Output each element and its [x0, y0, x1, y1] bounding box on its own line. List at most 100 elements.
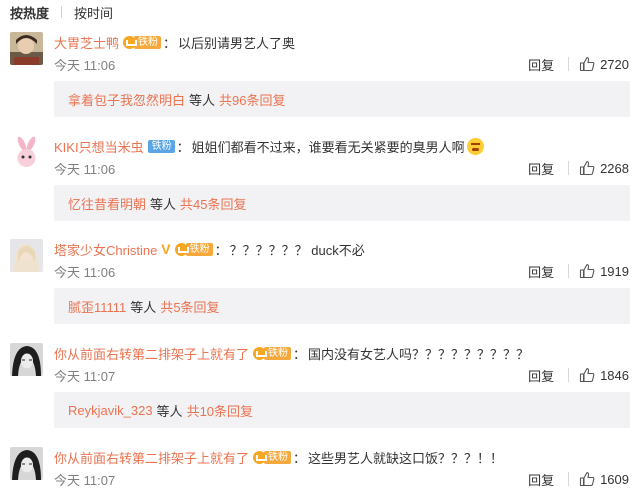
comment-meta: 今天 11:06 回复 2268 — [54, 158, 629, 178]
crown-icon — [174, 242, 189, 256]
comment-meta: 今天 11:06 回复 1919 — [54, 261, 629, 281]
sort-by-hot-tab[interactable]: 按热度 — [10, 3, 49, 22]
fan-badge[interactable]: 铁粉 — [174, 242, 213, 257]
reply-button[interactable]: 回复 — [528, 55, 554, 74]
sort-divider — [61, 6, 63, 18]
reply-username[interactable]: 拿着包子我忽然明白 — [68, 90, 185, 109]
reply-others-text: 等人 — [189, 92, 216, 108]
comment-username[interactable]: 你从前面右转第二排架子上就有了 — [54, 448, 249, 467]
reply-count-link[interactable]: 共10条回复 — [187, 401, 253, 420]
thumbs-up-icon — [580, 56, 595, 72]
like-button[interactable]: 2268 — [579, 160, 629, 176]
comment-time: 今天 11:07 — [54, 472, 116, 488]
action-divider — [568, 368, 570, 382]
avatar[interactable] — [10, 136, 43, 169]
comment-header: KIKI只想当米虫 铁粉 ： 姐姐们都看不过来，谁要看无关紧要的臭男人啊 — [54, 136, 484, 156]
reply-button[interactable]: 回复 — [528, 366, 554, 385]
reply-others-text: 等人 — [156, 403, 183, 419]
thumbs-up-icon — [580, 263, 595, 279]
comment-actions: 回复 1609 — [528, 470, 629, 489]
like-count: 2268 — [600, 160, 629, 176]
fan-badge[interactable]: 铁粉 — [123, 35, 162, 50]
avatar[interactable] — [10, 239, 43, 272]
fan-badge-label: 铁粉 — [134, 35, 162, 49]
crown-icon — [253, 450, 268, 464]
thumbs-up-icon — [580, 367, 595, 383]
fan-badge-label: 铁粉 — [185, 242, 213, 256]
comment-time: 今天 11:07 — [54, 368, 116, 384]
thumbs-up-icon — [580, 471, 595, 487]
reply-username[interactable]: 忆往昔看明朝 — [68, 194, 146, 213]
angry-emoji-icon — [466, 137, 484, 155]
comment-actions: 回复 2268 — [528, 159, 629, 178]
comment-meta: 今天 11:07 回复 1609 — [54, 469, 629, 489]
thumbs-up-icon — [580, 160, 595, 176]
like-button[interactable]: 1919 — [579, 263, 629, 279]
sort-bar: 按热度 按时间 — [0, 0, 641, 24]
comment-header: 你从前面右转第二排架子上就有了 铁粉 ： 这些男艺人就缺这口饭？？？！！ — [54, 447, 503, 467]
like-count: 1609 — [600, 471, 629, 487]
reply-others-text: 等人 — [130, 299, 157, 315]
colon: ： — [293, 346, 307, 362]
reply-count-link[interactable]: 共5条回复 — [160, 297, 219, 316]
reply-summary: Reykjavik_323 等人 共10条回复 — [54, 392, 630, 428]
comment-actions: 回复 1846 — [528, 366, 629, 385]
like-count: 2720 — [600, 56, 629, 72]
crown-icon — [253, 346, 268, 360]
reply-username[interactable]: 腻歪11111 — [68, 297, 126, 316]
comment-text: 以后别请男艺人了奥 — [178, 35, 296, 51]
reply-count-link[interactable]: 共96条回复 — [219, 90, 285, 109]
like-button[interactable]: 2720 — [579, 56, 629, 72]
like-count: 1846 — [600, 367, 629, 383]
reply-button[interactable]: 回复 — [528, 262, 554, 281]
comment-text: 这些男艺人就缺这口饭？？？！！ — [308, 450, 504, 466]
colon: ： — [176, 139, 190, 155]
comment-meta: 今天 11:06 回复 2720 — [54, 54, 629, 74]
comment-header: 你从前面右转第二排架子上就有了 铁粉 ： 国内没有女艺人吗？？？？？？？？？ — [54, 343, 529, 363]
comment-text: 姐姐们都看不过来，谁要看无关紧要的臭男人啊 — [191, 139, 465, 155]
reply-username[interactable]: Reykjavik_323 — [68, 403, 153, 418]
verified-v-icon: V — [161, 241, 171, 257]
action-divider — [568, 57, 570, 71]
like-button[interactable]: 1609 — [579, 471, 629, 487]
like-count: 1919 — [600, 263, 629, 279]
action-divider — [568, 161, 570, 175]
action-divider — [568, 472, 570, 486]
comment-time: 今天 11:06 — [54, 264, 116, 280]
comment-text: ？？？？？？ duck不必 — [229, 242, 365, 258]
comment-username[interactable]: 大胃芝士鸭 — [54, 33, 119, 52]
colon: ： — [214, 242, 228, 258]
avatar[interactable] — [10, 32, 43, 65]
comment-actions: 回复 1919 — [528, 262, 629, 281]
comment-header: 大胃芝士鸭 铁粉 ： 以后别请男艺人了奥 — [54, 32, 295, 52]
reply-summary: 忆往昔看明朝 等人 共45条回复 — [54, 185, 630, 221]
reply-others-text: 等人 — [150, 196, 177, 212]
comment-time: 今天 11:06 — [54, 161, 116, 177]
sort-by-time-tab[interactable]: 按时间 — [74, 3, 113, 22]
colon: ： — [293, 450, 307, 466]
fan-badge[interactable]: 铁粉 — [253, 450, 292, 465]
avatar[interactable] — [10, 343, 43, 376]
avatar[interactable] — [10, 447, 43, 480]
fan-badge-label: 铁粉 — [264, 450, 292, 464]
reply-button[interactable]: 回复 — [528, 470, 554, 489]
fan-badge[interactable]: 铁粉 — [253, 346, 292, 361]
comment-username[interactable]: KIKI只想当米虫 — [54, 137, 144, 156]
colon: ： — [163, 35, 177, 51]
fan-badge-label: 铁粉 — [264, 346, 292, 360]
action-divider — [568, 264, 570, 278]
comment-username[interactable]: 塔家少女Christine — [54, 240, 157, 259]
comment-header: 塔家少女Christine V 铁粉 ： ？？？？？？ duck不必 — [54, 239, 365, 259]
reply-button[interactable]: 回复 — [528, 159, 554, 178]
fan-badge-label: 铁粉 — [147, 139, 175, 153]
crown-icon — [123, 35, 138, 49]
comment-text: 国内没有女艺人吗？？？？？？？？？ — [308, 346, 530, 362]
fan-badge[interactable]: 铁粉 — [147, 139, 175, 154]
comment-time: 今天 11:06 — [54, 57, 116, 73]
reply-count-link[interactable]: 共45条回复 — [180, 194, 246, 213]
reply-summary: 拿着包子我忽然明白 等人 共96条回复 — [54, 81, 630, 117]
like-button[interactable]: 1846 — [579, 367, 629, 383]
comment-meta: 今天 11:07 回复 1846 — [54, 365, 629, 385]
comment-actions: 回复 2720 — [528, 55, 629, 74]
comment-username[interactable]: 你从前面右转第二排架子上就有了 — [54, 344, 249, 363]
